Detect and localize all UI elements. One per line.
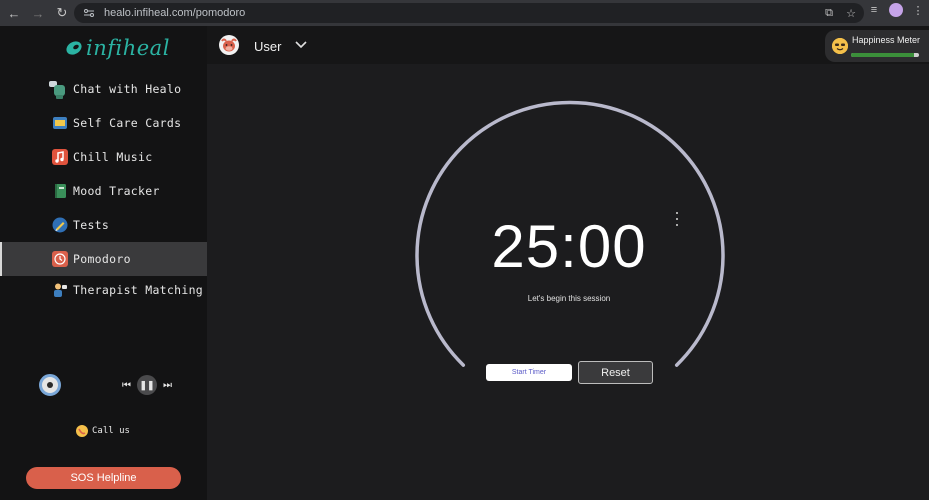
notebook-icon: [52, 183, 68, 199]
user-name[interactable]: User: [254, 39, 281, 54]
happiness-meter[interactable]: Happiness Meter: [825, 30, 929, 62]
sidebar-item-label: Chill Music: [73, 150, 153, 164]
happiness-meter-fill: [851, 53, 914, 57]
pause-icon[interactable]: ❚❚: [137, 375, 157, 395]
browser-toolbar: ← → ↻ healo.infiheal.com/pomodoro ⧉ ☆ ≡ …: [0, 0, 929, 26]
sidebar-item-label: Chat with Healo: [73, 82, 182, 96]
happiness-meter-label: Happiness Meter: [852, 35, 921, 45]
profile-avatar-icon[interactable]: [889, 3, 903, 17]
menu-kebab-icon[interactable]: ⋮: [911, 3, 925, 17]
player-controls: ⏮ ❚❚ ⏭: [122, 375, 172, 395]
address-bar[interactable]: healo.infiheal.com/pomodoro ⧉ ☆: [74, 3, 864, 23]
call-us-label: Call us: [92, 426, 130, 436]
disc-icon[interactable]: [39, 374, 61, 396]
sos-helpline-button[interactable]: SOS Helpline: [26, 467, 181, 489]
clock-icon: [52, 251, 68, 267]
music-player: ⏮ ❚❚ ⏭: [0, 372, 207, 400]
cards-icon: [52, 115, 68, 131]
person-icon: [52, 282, 68, 298]
smiling-face-icon: [832, 38, 848, 54]
music-note-icon: [52, 149, 68, 165]
telephone-icon: [76, 425, 88, 437]
start-timer-button[interactable]: Start Timer: [486, 364, 572, 381]
header: User: [207, 26, 929, 64]
sidebar-item-tests[interactable]: Tests: [0, 208, 207, 242]
sidebar-item-label: Therapist Matching: [73, 283, 204, 297]
chevron-down-icon[interactable]: [294, 37, 308, 51]
happiness-meter-track: [851, 53, 919, 57]
sidebar-item-chat-with-healo[interactable]: Chat with Healo: [0, 72, 207, 106]
sidebar-item-label: Tests: [73, 218, 110, 232]
url-text: healo.infiheal.com/pomodoro: [104, 7, 246, 19]
sidebar-item-label: Self Care Cards: [73, 116, 182, 130]
sidebar-item-therapist-matching[interactable]: Therapist Matching: [0, 276, 207, 304]
reload-icon[interactable]: ↻: [52, 3, 72, 23]
bull-avatar-icon: [221, 38, 237, 52]
timer-ring: [415, 100, 725, 367]
sidebar-item-chill-music[interactable]: Chill Music: [0, 140, 207, 174]
next-track-icon[interactable]: ⏭: [163, 380, 172, 391]
reset-button[interactable]: Reset: [578, 361, 653, 384]
user-avatar[interactable]: [219, 35, 239, 55]
pomodoro-main: 25:00 Let's begin this session Start Tim…: [207, 64, 929, 500]
bookmark-star-icon[interactable]: ☆: [844, 6, 858, 20]
timer-display: 25:00: [491, 213, 647, 280]
logo-text: infiheal: [86, 36, 170, 60]
back-icon[interactable]: ←: [4, 3, 24, 23]
sidebar-item-label: Pomodoro: [73, 252, 131, 266]
robot-icon: [46, 78, 68, 100]
sidebar: infiheal Chat with Healo Self Care Cards…: [0, 26, 207, 500]
media-control-icon[interactable]: ≡: [867, 3, 881, 17]
sidebar-item-mood-tracker[interactable]: Mood Tracker: [0, 174, 207, 208]
install-app-icon[interactable]: ⧉: [822, 6, 836, 20]
logo[interactable]: infiheal: [64, 36, 170, 60]
call-us-link[interactable]: Call us: [75, 424, 130, 438]
sidebar-item-pomodoro[interactable]: Pomodoro: [0, 242, 207, 276]
timer-subtitle: Let's begin this session: [527, 294, 611, 303]
sidebar-item-label: Mood Tracker: [73, 184, 160, 198]
pencil-icon: [52, 217, 68, 233]
sidebar-item-self-care-cards[interactable]: Self Care Cards: [0, 106, 207, 140]
forward-icon[interactable]: →: [28, 3, 48, 23]
previous-track-icon[interactable]: ⏮: [122, 380, 131, 391]
logo-leaf-icon: [66, 41, 82, 55]
sidebar-menu: Chat with Healo Self Care Cards Chill Mu…: [0, 72, 207, 304]
site-info-icon[interactable]: [82, 6, 96, 20]
